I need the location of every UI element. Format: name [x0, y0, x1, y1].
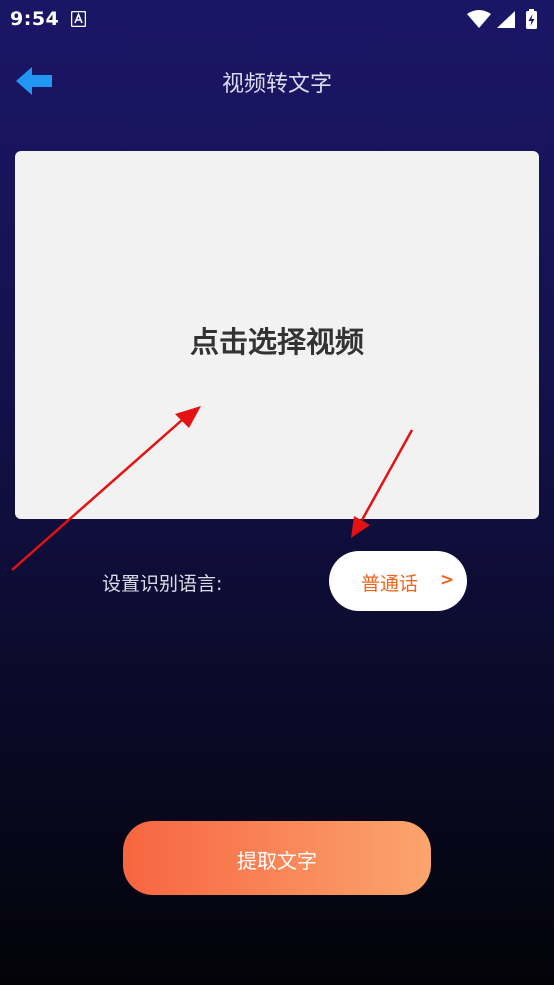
extract-text-button[interactable]: 提取文字: [123, 821, 431, 895]
video-select-box[interactable]: 点击选择视频: [15, 151, 539, 519]
wifi-icon: [467, 10, 491, 28]
video-select-label: 点击选择视频: [189, 325, 364, 359]
status-bar: 9:54: [0, 0, 554, 40]
battery-charging-icon: [526, 9, 537, 29]
extract-text-label: 提取文字: [237, 849, 317, 873]
language-select-button[interactable]: 普通话 >: [329, 551, 467, 611]
status-icons: [467, 9, 537, 29]
signal-icon: [497, 11, 515, 28]
status-time: 9:54: [10, 8, 60, 30]
language-label: 设置识别语言:: [102, 573, 223, 595]
page-title: 视频转文字: [221, 72, 332, 97]
a-notification-icon: [71, 11, 86, 27]
language-value: 普通话: [361, 573, 419, 595]
chevron-right-icon: >: [440, 570, 455, 590]
